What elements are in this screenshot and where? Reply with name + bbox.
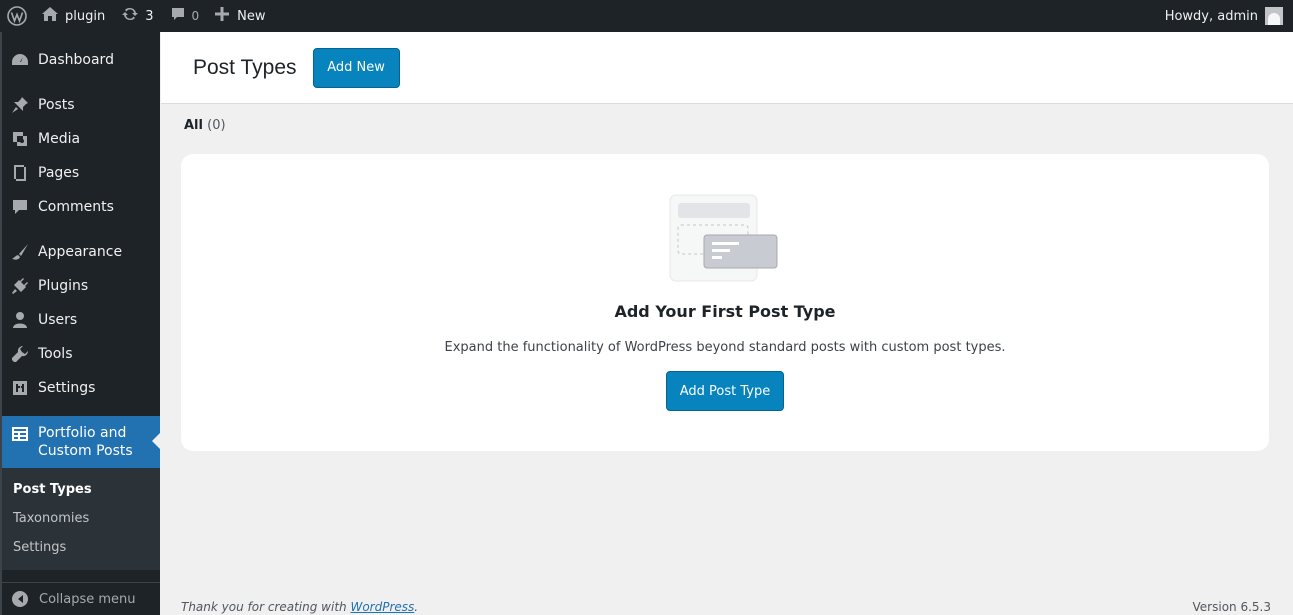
settings-icon (10, 378, 30, 398)
empty-state-illustration (669, 194, 778, 282)
comment-icon (10, 197, 30, 217)
collapse-menu-label: Collapse menu (39, 591, 136, 607)
menu-item-tools[interactable]: Tools (2, 337, 160, 371)
collapse-menu-button[interactable]: Collapse menu (2, 582, 160, 615)
menu-label: Posts (38, 97, 75, 113)
my-account-link[interactable]: Howdy, admin (1157, 0, 1293, 32)
portfolio-icon (10, 424, 30, 444)
menu-item-comments[interactable]: Comments (2, 190, 160, 224)
menu-item-posts[interactable]: Posts (2, 88, 160, 122)
empty-state-description: Expand the functionality of WordPress be… (444, 340, 1006, 355)
comment-icon (170, 6, 186, 26)
menu-label: Tools (38, 346, 73, 362)
comments-count: 0 (191, 9, 200, 23)
menu-label: Media (38, 131, 81, 147)
wordpress-link[interactable]: WordPress (350, 600, 414, 614)
greeting: Howdy, admin (1164, 8, 1258, 24)
menu-label: Settings (38, 380, 96, 396)
menu-item-settings[interactable]: Settings (2, 371, 160, 405)
filter-all-link[interactable]: All (184, 118, 203, 133)
submenu: Post Types Taxonomies Settings (2, 468, 160, 570)
menu-item-portfolio-and-custom-posts[interactable]: Portfolio and Custom Posts (2, 416, 160, 468)
menu-item-pages[interactable]: Pages (2, 156, 160, 190)
site-name: plugin (65, 8, 106, 24)
menu-label: Plugins (38, 278, 89, 294)
home-icon (41, 6, 59, 26)
menu-label: Pages (38, 165, 80, 181)
media-icon (10, 129, 30, 149)
pages-icon (10, 163, 30, 183)
footer-thanks-suffix: . (414, 600, 419, 614)
submenu-item-settings[interactable]: Settings (2, 533, 160, 562)
menu-label: Portfolio and Custom Posts (38, 424, 133, 460)
admin-bar: plugin 3 0 New Howdy, admin (0, 0, 1293, 32)
site-name-link[interactable]: plugin (33, 0, 113, 32)
empty-state-heading: Add Your First Post Type (614, 302, 836, 321)
menu-label: Appearance (38, 244, 123, 260)
plugin-icon (10, 276, 30, 296)
new-label: New (237, 8, 266, 24)
add-new-button[interactable]: Add New (312, 47, 400, 88)
menu-item-media[interactable]: Media (2, 122, 160, 156)
wordpress-logo-icon[interactable] (0, 0, 33, 32)
page-title: Post Types (193, 55, 297, 79)
empty-state-card: Add Your First Post Type Expand the func… (181, 154, 1269, 451)
footer-thanks-text: Thank you for creating with (181, 600, 347, 614)
dashboard-icon (10, 50, 30, 70)
menu-item-plugins[interactable]: Plugins (2, 269, 160, 303)
comments-link[interactable]: 0 (162, 0, 208, 32)
page-header: Post Types Add New (161, 32, 1293, 104)
submenu-item-taxonomies[interactable]: Taxonomies (2, 504, 160, 533)
menu-label: Comments (38, 199, 114, 215)
menu-item-users[interactable]: Users (2, 303, 160, 337)
pin-icon (10, 95, 30, 115)
menu-item-appearance[interactable]: Appearance (2, 235, 160, 269)
updates-count: 3 (145, 8, 154, 24)
updates-icon (121, 5, 139, 27)
brush-icon (10, 242, 30, 262)
user-icon (10, 310, 30, 330)
filter-all-count: (0) (207, 118, 226, 133)
avatar (1265, 7, 1283, 25)
menu-label-line: Custom Posts (38, 443, 133, 459)
footer-thanks: Thank you for creating with WordPress. (181, 600, 418, 614)
collapse-icon (12, 591, 28, 607)
admin-menu: Dashboard Posts Media Pages Comments App… (0, 32, 160, 615)
plus-icon (215, 7, 230, 25)
add-post-type-button[interactable]: Add Post Type (666, 371, 784, 411)
submenu-item-post-types[interactable]: Post Types (2, 475, 160, 504)
wrench-icon (10, 344, 30, 364)
menu-label-line: Portfolio and (38, 425, 127, 441)
menu-label: Users (38, 312, 78, 328)
footer-version: Version 6.5.3 (1192, 600, 1271, 614)
new-content-link[interactable]: New (207, 0, 273, 32)
updates-link[interactable]: 3 (113, 0, 161, 32)
menu-label: Dashboard (38, 52, 114, 68)
status-filter: All (0) (184, 118, 226, 133)
menu-item-dashboard[interactable]: Dashboard (2, 43, 160, 77)
